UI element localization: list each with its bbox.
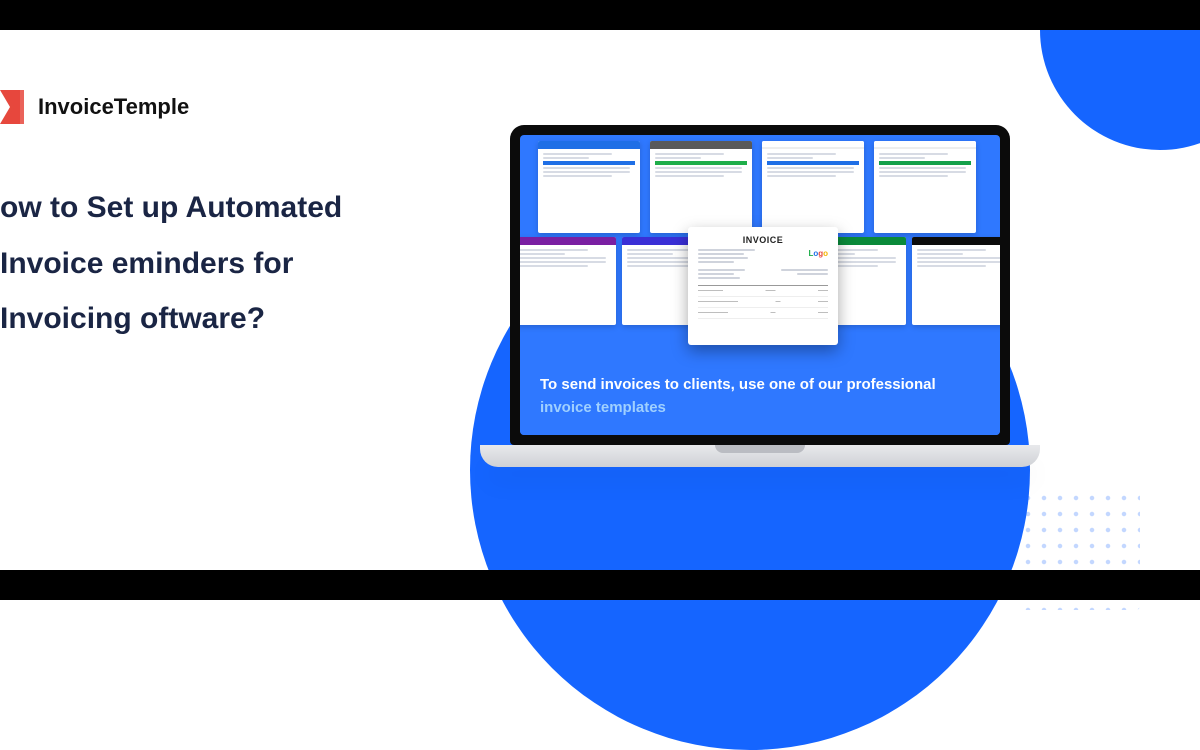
screen-content: INVOICE Logo [520, 135, 1000, 435]
laptop-notch [715, 445, 805, 453]
invoice-template-thumbnail [874, 141, 976, 233]
laptop-base [480, 445, 1040, 467]
laptop-screen: INVOICE Logo [510, 125, 1010, 445]
invoice-template-thumbnail [538, 141, 640, 233]
page-title: ow to Set up Automated Invoice eminders … [0, 180, 430, 347]
featured-invoice-template: INVOICE Logo [688, 227, 838, 345]
template-thumbnails: INVOICE Logo [520, 135, 1000, 360]
caption-lead: To send invoices to clients, use one of … [540, 376, 936, 393]
letterbox-bottom [0, 570, 1200, 600]
invoice-template-thumbnail [650, 141, 752, 233]
invoice-template-thumbnail [762, 141, 864, 233]
brand-lockup: InvoiceTemple [0, 90, 189, 124]
invoice-heading: INVOICE [698, 235, 828, 245]
laptop-mockup: INVOICE Logo [500, 125, 1020, 467]
invoice-template-thumbnail [520, 237, 616, 325]
brand-name: InvoiceTemple [38, 94, 189, 120]
invoice-template-thumbnail [912, 237, 1000, 325]
letterbox-top [0, 0, 1200, 30]
screen-caption: To send invoices to clients, use one of … [520, 360, 1000, 435]
brand-logo-icon [0, 90, 28, 124]
caption-link-text: invoice templates [540, 399, 666, 416]
invoice-logo-placeholder: Logo [808, 249, 828, 258]
hero-banner: InvoiceTemple ow to Set up Automated Inv… [0, 30, 1200, 570]
